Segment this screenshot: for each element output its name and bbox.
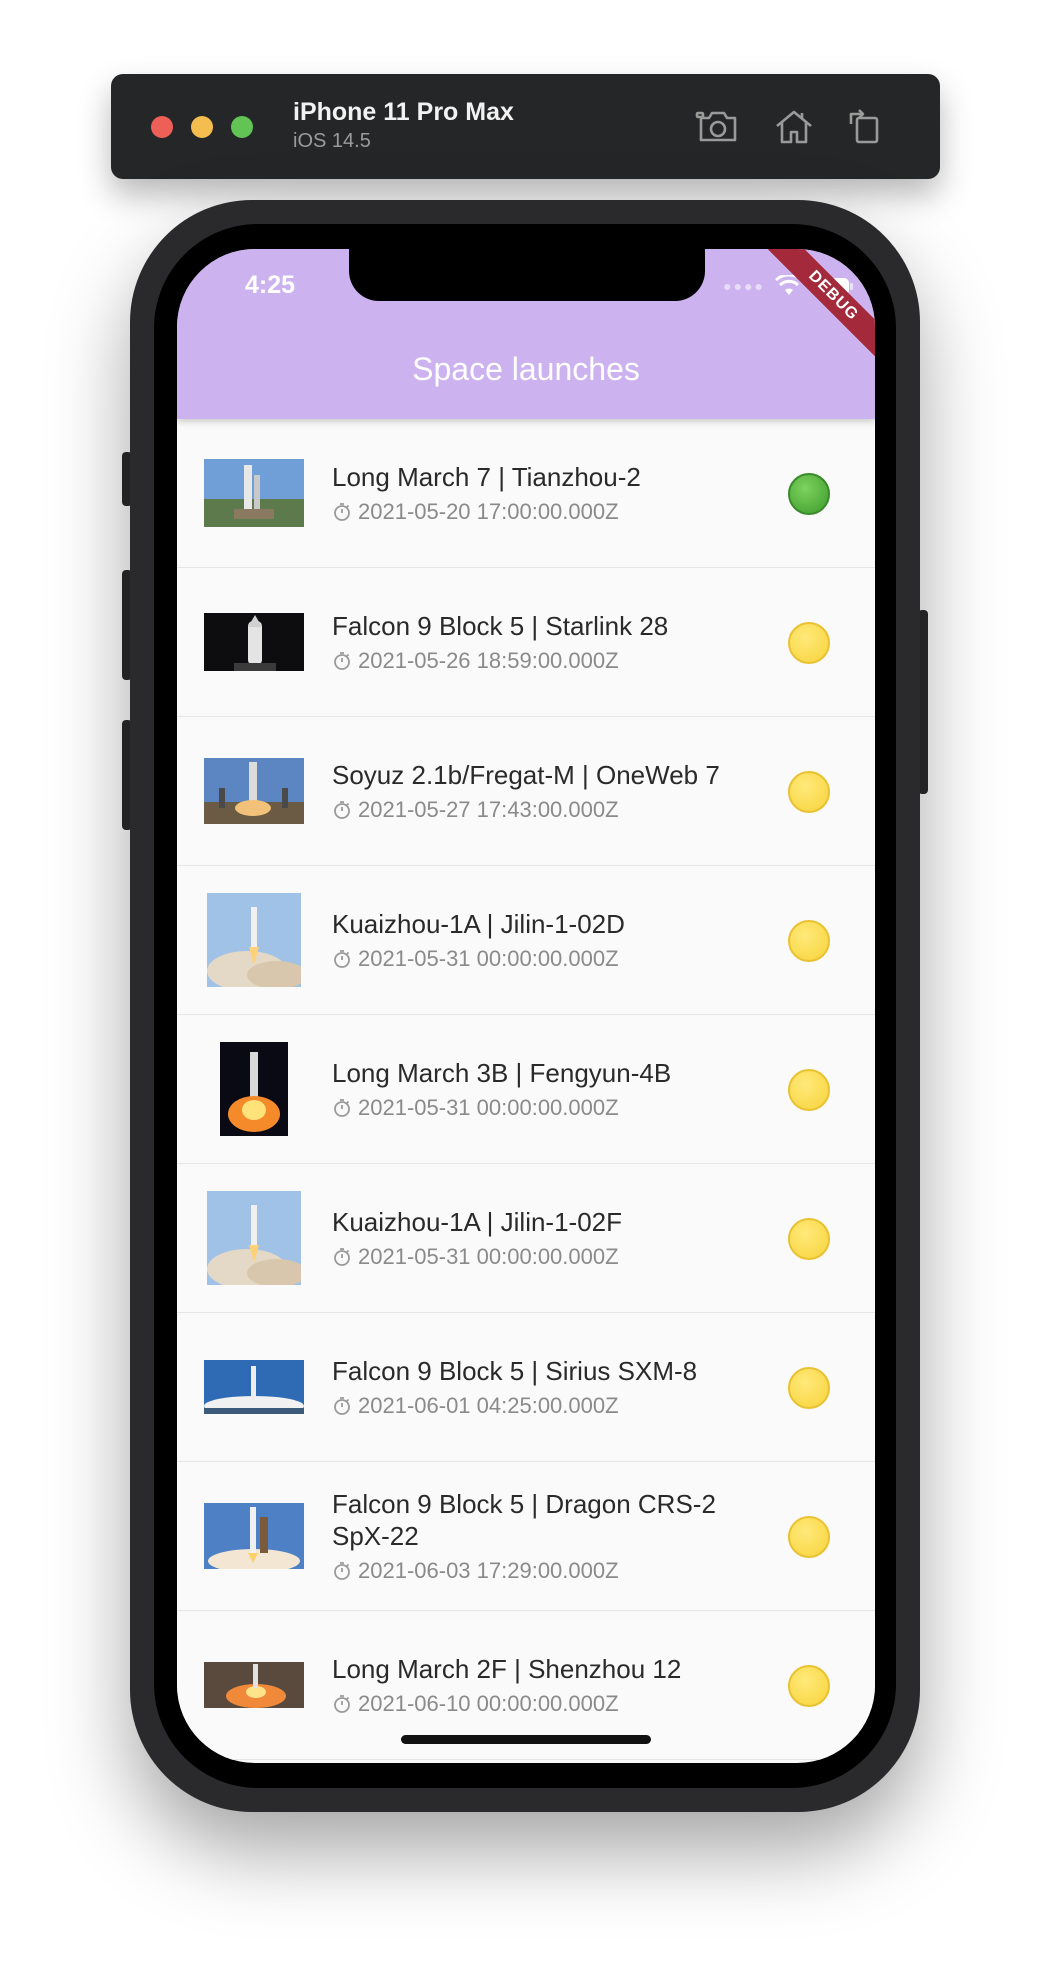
device-name: iPhone 11 Pro Max <box>293 98 514 126</box>
close-window-button[interactable] <box>151 116 173 138</box>
screenshot-button[interactable] <box>695 104 741 150</box>
status-indicator <box>788 1516 830 1558</box>
launch-title: Kuaizhou-1A | Jilin-1-02F <box>332 1207 623 1237</box>
launch-thumbnail <box>204 758 304 824</box>
launch-thumbnail <box>204 459 304 527</box>
launch-title: Kuaizhou-1A | Jilin-1-02D <box>332 909 625 939</box>
status-indicator <box>788 1665 830 1707</box>
launch-title: Falcon 9 Block 5 | Starlink 28 <box>332 611 669 641</box>
rotate-button[interactable] <box>843 104 889 150</box>
timer-icon <box>332 651 352 671</box>
launch-row[interactable]: Falcon 9 Block 5 | Dragon CRS-2 SpX-22 2… <box>177 1462 875 1611</box>
launch-date: 2021-05-27 17:43:00.000Z <box>358 797 619 822</box>
status-indicator <box>788 771 830 813</box>
timer-icon <box>332 949 352 969</box>
launch-row[interactable]: Kuaizhou-1A | Jilin-1-02D 2021-05-31 00:… <box>177 866 875 1015</box>
status-time: 4:25 <box>245 271 296 299</box>
launch-date: 2021-06-10 00:00:00.000Z <box>358 1691 619 1716</box>
rotate-icon <box>849 109 879 144</box>
timer-icon <box>332 1694 352 1714</box>
status-indicator <box>788 473 830 515</box>
home-indicator[interactable] <box>401 1735 651 1744</box>
launch-date: 2021-05-31 00:00:00.000Z <box>358 1244 619 1269</box>
launch-list[interactable]: Long March 7 | Tianzhou-2 2021-05-20 17:… <box>177 419 875 1760</box>
launch-date: 2021-06-01 04:25:00.000Z <box>358 1393 619 1418</box>
simulator-toolbar: iPhone 11 Pro Max iOS 14.5 <box>111 74 940 179</box>
status-indicator <box>788 622 830 664</box>
launch-row[interactable]: Kuaizhou-1A | Jilin-1-02F 2021-05-31 00:… <box>177 1164 875 1313</box>
notch <box>349 249 705 301</box>
launch-thumbnail <box>204 1360 304 1414</box>
launch-thumbnail <box>207 893 301 987</box>
launch-title: Long March 7 | Tianzhou-2 <box>332 462 641 492</box>
launch-date: 2021-05-26 18:59:00.000Z <box>358 648 619 673</box>
launch-row[interactable]: Soyuz 2.1b/Fregat-M | OneWeb 7 2021-05-2… <box>177 717 875 866</box>
timer-icon <box>332 1098 352 1118</box>
signal-icon: ●●●● <box>723 278 765 294</box>
device-os-version: iOS 14.5 <box>293 130 371 152</box>
launch-thumbnail <box>204 1662 304 1708</box>
launch-thumbnail <box>220 1042 288 1136</box>
status-indicator <box>788 1218 830 1260</box>
launch-thumbnail <box>207 1191 301 1285</box>
launch-date: 2021-05-31 00:00:00.000Z <box>358 1095 619 1120</box>
launch-title: Soyuz 2.1b/Fregat-M | OneWeb 7 <box>332 760 720 790</box>
timer-icon <box>332 800 352 820</box>
timer-icon <box>332 1247 352 1267</box>
launch-date: 2021-05-20 17:00:00.000Z <box>358 499 619 524</box>
launch-title: Falcon 9 Block 5 | Sirius SXM-8 <box>332 1356 698 1386</box>
launch-title: Falcon 9 Block 5 | Dragon CRS-2 SpX-22 <box>332 1489 716 1551</box>
minimize-window-button[interactable] <box>191 116 213 138</box>
status-indicator <box>788 1367 830 1409</box>
launch-row[interactable]: Falcon 9 Block 5 | Sirius SXM-8 2021-06-… <box>177 1313 875 1462</box>
launch-date: 2021-06-03 17:29:00.000Z <box>358 1558 619 1583</box>
home-icon <box>776 110 812 144</box>
status-indicator <box>788 920 830 962</box>
zoom-window-button[interactable] <box>231 116 253 138</box>
home-button[interactable] <box>771 104 817 150</box>
launch-row[interactable]: Long March 3B | Fengyun-4B 2021-05-31 00… <box>177 1015 875 1164</box>
launch-row[interactable]: Long March 7 | Tianzhou-2 2021-05-20 17:… <box>177 419 875 568</box>
status-indicator <box>788 1069 830 1111</box>
timer-icon <box>332 502 352 522</box>
launch-row[interactable]: Falcon 9 Block 5 | Starlink 28 2021-05-2… <box>177 568 875 717</box>
timer-icon <box>332 1561 352 1581</box>
launch-title: Long March 2F | Shenzhou 12 <box>332 1654 682 1684</box>
launch-thumbnail <box>204 1503 304 1569</box>
launch-title: Long March 3B | Fengyun-4B <box>332 1058 672 1088</box>
camera-icon <box>695 111 737 142</box>
app-title: Space launches <box>412 351 640 387</box>
timer-icon <box>332 1396 352 1416</box>
launch-date: 2021-05-31 00:00:00.000Z <box>358 946 619 971</box>
launch-thumbnail <box>204 613 304 671</box>
phone-screen: DEBUG 4:25 ●●●● Space launches Long Marc… <box>177 249 875 1763</box>
